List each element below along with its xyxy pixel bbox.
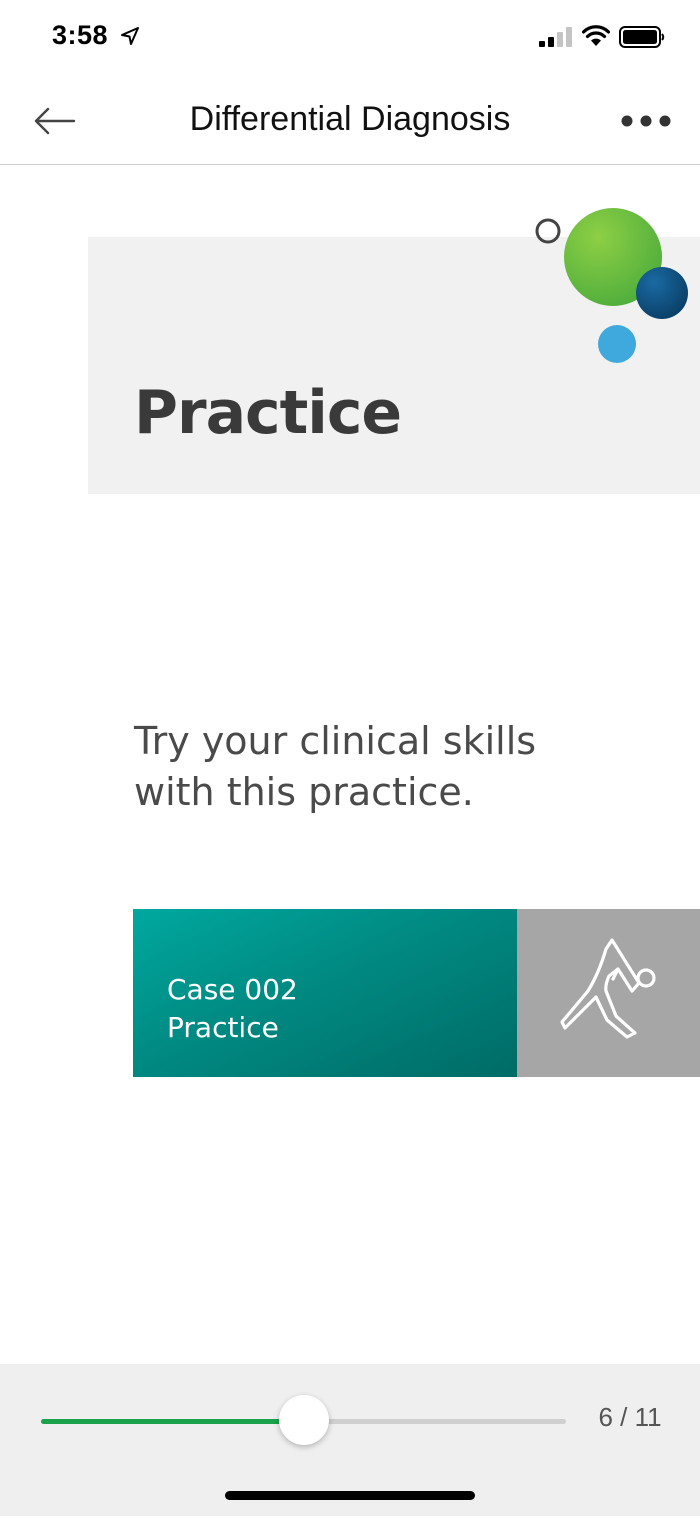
home-indicator [225, 1491, 475, 1500]
case-card-button[interactable]: Case 002 Practice [133, 909, 517, 1077]
battery-icon [619, 26, 665, 48]
slide-progress-thumb[interactable] [278, 1395, 329, 1445]
slide-heading: Practice [134, 378, 402, 448]
case-card-label: Case 002 Practice [167, 973, 298, 1044]
cellular-signal-icon [539, 27, 572, 47]
decorative-circles-graphic [535, 208, 688, 363]
page-counter: 6 / 11 [598, 1402, 662, 1432]
bottom-progress-bar: 6 / 11 [0, 1364, 700, 1516]
location-arrow-icon [121, 27, 139, 45]
status-time: 3:58 [52, 20, 109, 50]
wifi-icon [582, 25, 610, 46]
more-options-icon[interactable] [620, 114, 672, 128]
status-bar: 3:58 [0, 0, 700, 78]
nav-bar: Differential Diagnosis [0, 78, 700, 165]
page-title: Differential Diagnosis [189, 100, 511, 138]
slide-body-text: Try your clinical skills with this pract… [134, 719, 537, 814]
slide-progress-fill [41, 1419, 304, 1424]
case-card-thumbnail[interactable] [517, 909, 700, 1077]
screen: 3:58 Differential Diagnosis Practice Try… [0, 0, 700, 1516]
exercise-figure-icon [560, 938, 656, 1039]
